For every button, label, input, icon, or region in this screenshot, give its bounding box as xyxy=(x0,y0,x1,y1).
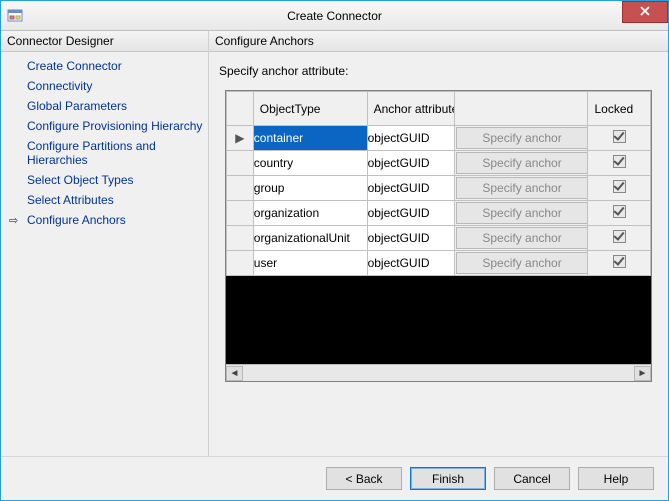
cell-action: Specify anchor xyxy=(454,176,588,201)
cell-objecttype[interactable]: container xyxy=(253,126,367,151)
cell-locked xyxy=(588,126,651,151)
titlebar: Create Connector xyxy=(1,1,668,31)
sidebar-item-label: Create Connector xyxy=(27,59,122,73)
specify-anchor-button[interactable]: Specify anchor xyxy=(456,227,588,249)
window-title: Create Connector xyxy=(1,9,668,23)
main-header: Configure Anchors xyxy=(209,31,668,52)
cell-action: Specify anchor xyxy=(454,126,588,151)
sidebar-header: Connector Designer xyxy=(1,31,208,52)
help-button[interactable]: Help xyxy=(578,467,654,490)
sidebar-item-label: Configure Anchors xyxy=(27,213,126,227)
table-row[interactable]: organizationalUnitobjectGUIDSpecify anch… xyxy=(227,226,651,251)
specify-anchor-button[interactable]: Specify anchor xyxy=(456,252,588,274)
specify-anchor-button[interactable]: Specify anchor xyxy=(456,202,588,224)
sidebar-item[interactable]: Configure Partitions and Hierarchies xyxy=(11,136,208,170)
grid-header-objecttype[interactable]: ObjectType xyxy=(253,92,367,126)
nav-list: Create Connector Connectivity Global Param… xyxy=(1,52,208,234)
cell-anchor[interactable]: objectGUID xyxy=(367,151,454,176)
cell-action: Specify anchor xyxy=(454,226,588,251)
cell-anchor[interactable]: objectGUID xyxy=(367,126,454,151)
close-button[interactable] xyxy=(622,1,668,23)
cell-anchor[interactable]: objectGUID xyxy=(367,251,454,276)
sidebar-item-label: Select Attributes xyxy=(27,193,114,207)
specify-anchor-button[interactable]: Specify anchor xyxy=(456,152,588,174)
sidebar-item-label: Configure Provisioning Hierarchy xyxy=(27,119,202,133)
cell-anchor[interactable]: objectGUID xyxy=(367,201,454,226)
button-row: < Back Finish Cancel Help xyxy=(1,456,668,500)
row-header[interactable] xyxy=(227,151,254,176)
cell-objecttype[interactable]: organizationalUnit xyxy=(253,226,367,251)
cell-objecttype[interactable]: user xyxy=(253,251,367,276)
row-header[interactable] xyxy=(227,176,254,201)
row-header[interactable]: ▶ xyxy=(227,126,254,151)
cell-locked xyxy=(588,176,651,201)
instruction-label: Specify anchor attribute: xyxy=(209,52,668,86)
grid-header-rowselector xyxy=(227,92,254,126)
specify-anchor-button[interactable]: Specify anchor xyxy=(456,127,588,149)
sidebar-item-label: Global Parameters xyxy=(27,99,127,113)
sidebar-item[interactable]: Select Object Types xyxy=(11,170,208,190)
cell-objecttype[interactable]: country xyxy=(253,151,367,176)
table-row[interactable]: organizationobjectGUIDSpecify anchor xyxy=(227,201,651,226)
horizontal-scrollbar[interactable]: ◄ ► xyxy=(226,364,651,381)
sidebar-item[interactable]: Connectivity xyxy=(11,76,208,96)
sidebar-item-label: Connectivity xyxy=(27,79,92,93)
locked-checkbox[interactable] xyxy=(613,205,626,218)
main-panel: Configure Anchors Specify anchor attribu… xyxy=(209,31,668,456)
anchor-grid[interactable]: ObjectType Anchor attribute Locked ▶cont… xyxy=(226,91,651,276)
cell-action: Specify anchor xyxy=(454,201,588,226)
row-header[interactable] xyxy=(227,201,254,226)
grid-header-row: ObjectType Anchor attribute Locked xyxy=(227,92,651,126)
sidebar-item[interactable]: Configure Provisioning Hierarchy xyxy=(11,116,208,136)
grid-wrap: ObjectType Anchor attribute Locked ▶cont… xyxy=(225,90,652,382)
cell-action: Specify anchor xyxy=(454,251,588,276)
sidebar-item[interactable]: Select Attributes xyxy=(11,190,208,210)
grid-header-locked[interactable]: Locked xyxy=(588,92,651,126)
sidebar-item-label: Select Object Types xyxy=(27,173,134,187)
table-row[interactable]: ▶containerobjectGUIDSpecify anchor xyxy=(227,126,651,151)
dialog-window: Create Connector Connector Designer Crea… xyxy=(0,0,669,501)
app-icon xyxy=(7,8,23,24)
table-row[interactable]: countryobjectGUIDSpecify anchor xyxy=(227,151,651,176)
grid-header-action[interactable] xyxy=(454,92,588,126)
cell-objecttype[interactable]: organization xyxy=(253,201,367,226)
cell-locked xyxy=(588,201,651,226)
cell-action: Specify anchor xyxy=(454,151,588,176)
cell-locked xyxy=(588,151,651,176)
specify-anchor-button[interactable]: Specify anchor xyxy=(456,177,588,199)
locked-checkbox[interactable] xyxy=(613,230,626,243)
nav-arrow-icon: ⇨ xyxy=(9,214,18,227)
finish-button[interactable]: Finish xyxy=(410,467,486,490)
scroll-left-icon[interactable]: ◄ xyxy=(226,366,243,381)
cell-locked xyxy=(588,251,651,276)
close-icon xyxy=(640,4,650,19)
sidebar-item[interactable]: Create Connector xyxy=(11,56,208,76)
locked-checkbox[interactable] xyxy=(613,180,626,193)
cancel-button[interactable]: Cancel xyxy=(494,467,570,490)
grid-empty-area xyxy=(226,276,651,364)
locked-checkbox[interactable] xyxy=(613,155,626,168)
locked-checkbox[interactable] xyxy=(613,255,626,268)
cell-locked xyxy=(588,226,651,251)
sidebar-item-label: Configure Partitions and Hierarchies xyxy=(27,139,156,167)
sidebar-item[interactable]: Global Parameters xyxy=(11,96,208,116)
table-row[interactable]: userobjectGUIDSpecify anchor xyxy=(227,251,651,276)
cell-objecttype[interactable]: group xyxy=(253,176,367,201)
row-header[interactable] xyxy=(227,226,254,251)
scroll-right-icon[interactable]: ► xyxy=(634,366,651,381)
cell-anchor[interactable]: objectGUID xyxy=(367,226,454,251)
back-button[interactable]: < Back xyxy=(326,467,402,490)
grid-header-anchor[interactable]: Anchor attribute xyxy=(367,92,454,126)
locked-checkbox[interactable] xyxy=(613,130,626,143)
sidebar-item[interactable]: ⇨ Configure Anchors xyxy=(11,210,208,230)
table-row[interactable]: groupobjectGUIDSpecify anchor xyxy=(227,176,651,201)
cell-anchor[interactable]: objectGUID xyxy=(367,176,454,201)
row-header[interactable] xyxy=(227,251,254,276)
sidebar: Connector Designer Create Connector Conne… xyxy=(1,31,209,456)
body: Connector Designer Create Connector Conne… xyxy=(1,31,668,456)
